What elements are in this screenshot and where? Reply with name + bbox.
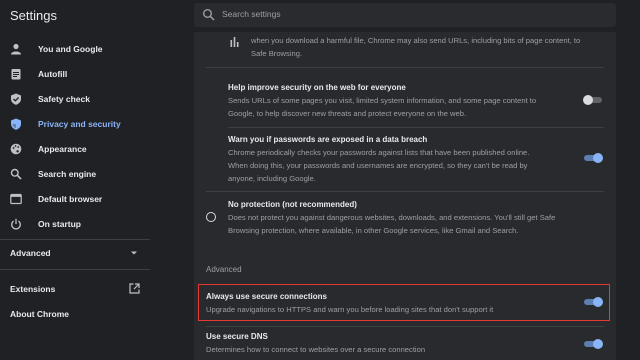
sidebar-item-on-startup[interactable]: On startup [0, 213, 150, 235]
divider [206, 191, 604, 192]
password-warning-desc-line2: When doing this, your passwords and user… [228, 161, 528, 170]
sidebar-item-label: Appearance [38, 144, 87, 154]
password-warning-desc-line1: Chrome periodically checks your password… [228, 148, 530, 157]
sidebar-item-label: Search engine [38, 169, 97, 179]
sidebar-item-you-and-google[interactable]: You and Google [0, 38, 150, 60]
shield-icon [10, 118, 22, 130]
person-icon [10, 43, 22, 55]
extensions-label: Extensions [10, 284, 56, 294]
secure-connections-toggle[interactable] [583, 296, 603, 308]
chevron-down-icon [131, 251, 137, 255]
sidebar-item-extensions[interactable]: Extensions [0, 278, 150, 300]
sidebar-item-autofill[interactable]: Autofill [0, 63, 150, 85]
sidebar-divider [0, 269, 150, 270]
secure-dns-toggle[interactable] [583, 338, 603, 350]
browser-icon [10, 193, 22, 205]
safe-browsing-desc-line1: when you download a harmful file, Chrome… [251, 36, 581, 45]
secure-dns-title: Use secure DNS [206, 332, 268, 341]
help-improve-toggle[interactable] [583, 94, 603, 106]
sidebar-divider [0, 239, 150, 240]
search-input[interactable]: Search settings [222, 9, 281, 19]
search-icon [203, 9, 215, 21]
settings-panel: when you download a harmful file, Chrome… [194, 32, 616, 360]
about-label: About Chrome [10, 309, 70, 319]
no-protection-desc-line1: Does not protect you against dangerous w… [228, 213, 556, 222]
no-protection-radio[interactable] [206, 212, 216, 222]
sidebar-item-label: Default browser [38, 194, 103, 204]
divider [206, 326, 604, 327]
password-warning-desc-line3: anyone, including Google. [228, 174, 316, 183]
advanced-label: Advanced [10, 248, 51, 258]
sidebar-item-about-chrome[interactable]: About Chrome [0, 303, 150, 325]
advanced-section-header: Advanced [206, 265, 242, 274]
sidebar-item-label: You and Google [38, 44, 103, 54]
sidebar-item-privacy-and-security[interactable]: Privacy and security [0, 113, 150, 135]
sidebar-item-label: On startup [38, 219, 81, 229]
palette-icon [10, 143, 22, 155]
toggle-knob [593, 297, 603, 307]
sidebar-item-label: Privacy and security [38, 119, 121, 129]
top-bar: Settings Search settings [0, 0, 640, 32]
toggle-knob [593, 153, 603, 163]
toggle-knob [583, 95, 593, 105]
password-warning-toggle[interactable] [583, 152, 603, 164]
safe-browsing-desc-line2: Safe Browsing. [251, 49, 303, 58]
no-protection-desc-line2: Browsing protection, where available, in… [228, 226, 519, 235]
no-protection-title: No protection (not recommended) [228, 200, 357, 209]
divider [206, 67, 604, 68]
sidebar-item-default-browser[interactable]: Default browser [0, 188, 150, 210]
clipboard-icon [10, 68, 22, 80]
bar-chart-icon [230, 37, 239, 47]
sidebar-item-appearance[interactable]: Appearance [0, 138, 150, 160]
search-icon [10, 168, 22, 180]
secure-connections-desc: Upgrade navigations to HTTPS and warn yo… [206, 305, 494, 314]
password-warning-title: Warn you if passwords are exposed in a d… [228, 135, 428, 144]
open-in-new-icon [129, 283, 140, 294]
sidebar-item-advanced[interactable]: Advanced [0, 242, 150, 264]
sidebar-item-label: Autofill [38, 69, 68, 79]
sidebar-item-label: Safety check [38, 94, 90, 104]
sidebar-item-safety-check[interactable]: Safety check [0, 88, 150, 110]
help-improve-title: Help improve security on the web for eve… [228, 83, 406, 92]
help-improve-desc-line1: Sends URLs of some pages you visit, limi… [228, 96, 537, 105]
sidebar: You and Google Autofill Safety check Pri… [0, 36, 150, 360]
secure-connections-title: Always use secure connections [206, 292, 327, 301]
help-improve-desc-line2: Google, to help discover new threats and… [228, 109, 467, 118]
secure-dns-desc: Determines how to connect to websites ov… [206, 345, 426, 354]
page-title: Settings [10, 8, 57, 23]
shield-check-icon [10, 93, 22, 105]
toggle-knob [593, 339, 603, 349]
search-box[interactable]: Search settings [194, 3, 616, 27]
divider [228, 127, 604, 128]
power-icon [10, 218, 22, 230]
sidebar-item-search-engine[interactable]: Search engine [0, 163, 150, 185]
